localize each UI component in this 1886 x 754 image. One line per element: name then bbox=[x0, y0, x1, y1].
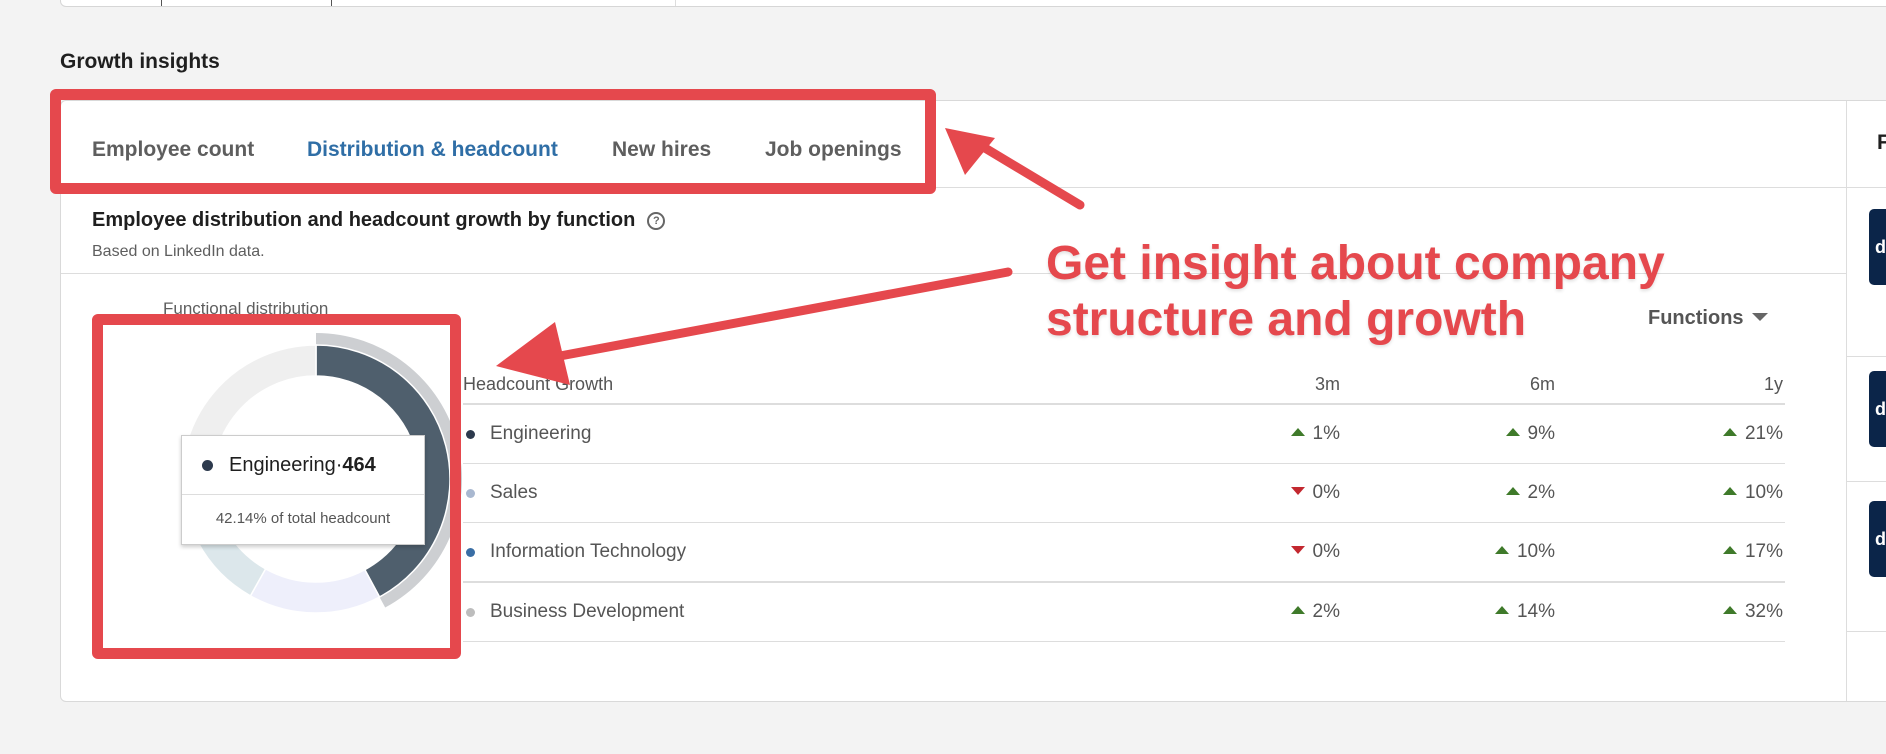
annotation-text: Get insight about company structure and … bbox=[1046, 236, 1665, 348]
arrow-to-donut bbox=[496, 267, 1013, 385]
annotation-arrows bbox=[496, 128, 1085, 385]
arrow-to-tabs bbox=[945, 128, 1085, 210]
annotation-line-2: structure and growth bbox=[1046, 293, 1527, 346]
annotation-line-1: Get insight about company bbox=[1046, 237, 1665, 290]
